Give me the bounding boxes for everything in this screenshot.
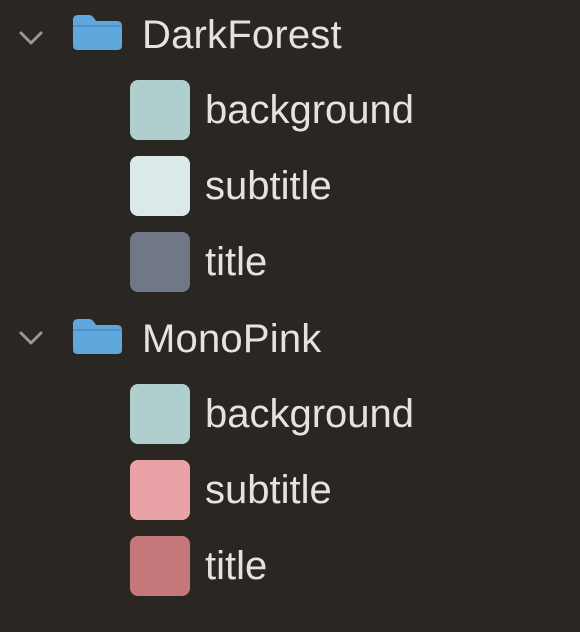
color-item-label: title [205,544,268,588]
color-swatch [130,384,190,444]
chevron-down-icon[interactable] [14,321,48,355]
color-item-label: background [205,88,415,132]
color-swatch [130,536,190,596]
color-item-row[interactable]: title [0,528,580,604]
chevron-down-icon[interactable] [14,21,48,55]
color-item-label: title [205,240,268,284]
group-row-monopink[interactable]: MonoPink [0,300,580,376]
color-item-label: subtitle [205,468,332,512]
color-item-row[interactable]: subtitle [0,452,580,528]
color-asset-tree: DarkForest background subtitle title Mon… [0,0,580,632]
color-item-row[interactable]: subtitle [0,148,580,224]
color-swatch [130,156,190,216]
color-swatch [130,460,190,520]
color-swatch [130,80,190,140]
color-item-row[interactable]: background [0,376,580,452]
color-swatch [130,232,190,292]
group-row-darkforest[interactable]: DarkForest [0,0,580,76]
group-label: MonoPink [142,317,322,361]
folder-icon [69,316,125,356]
color-item-row[interactable]: background [0,72,580,148]
group-label: DarkForest [142,13,342,57]
color-item-row[interactable]: title [0,224,580,300]
color-item-label: background [205,392,415,436]
color-item-label: subtitle [205,164,332,208]
folder-icon [69,12,125,52]
